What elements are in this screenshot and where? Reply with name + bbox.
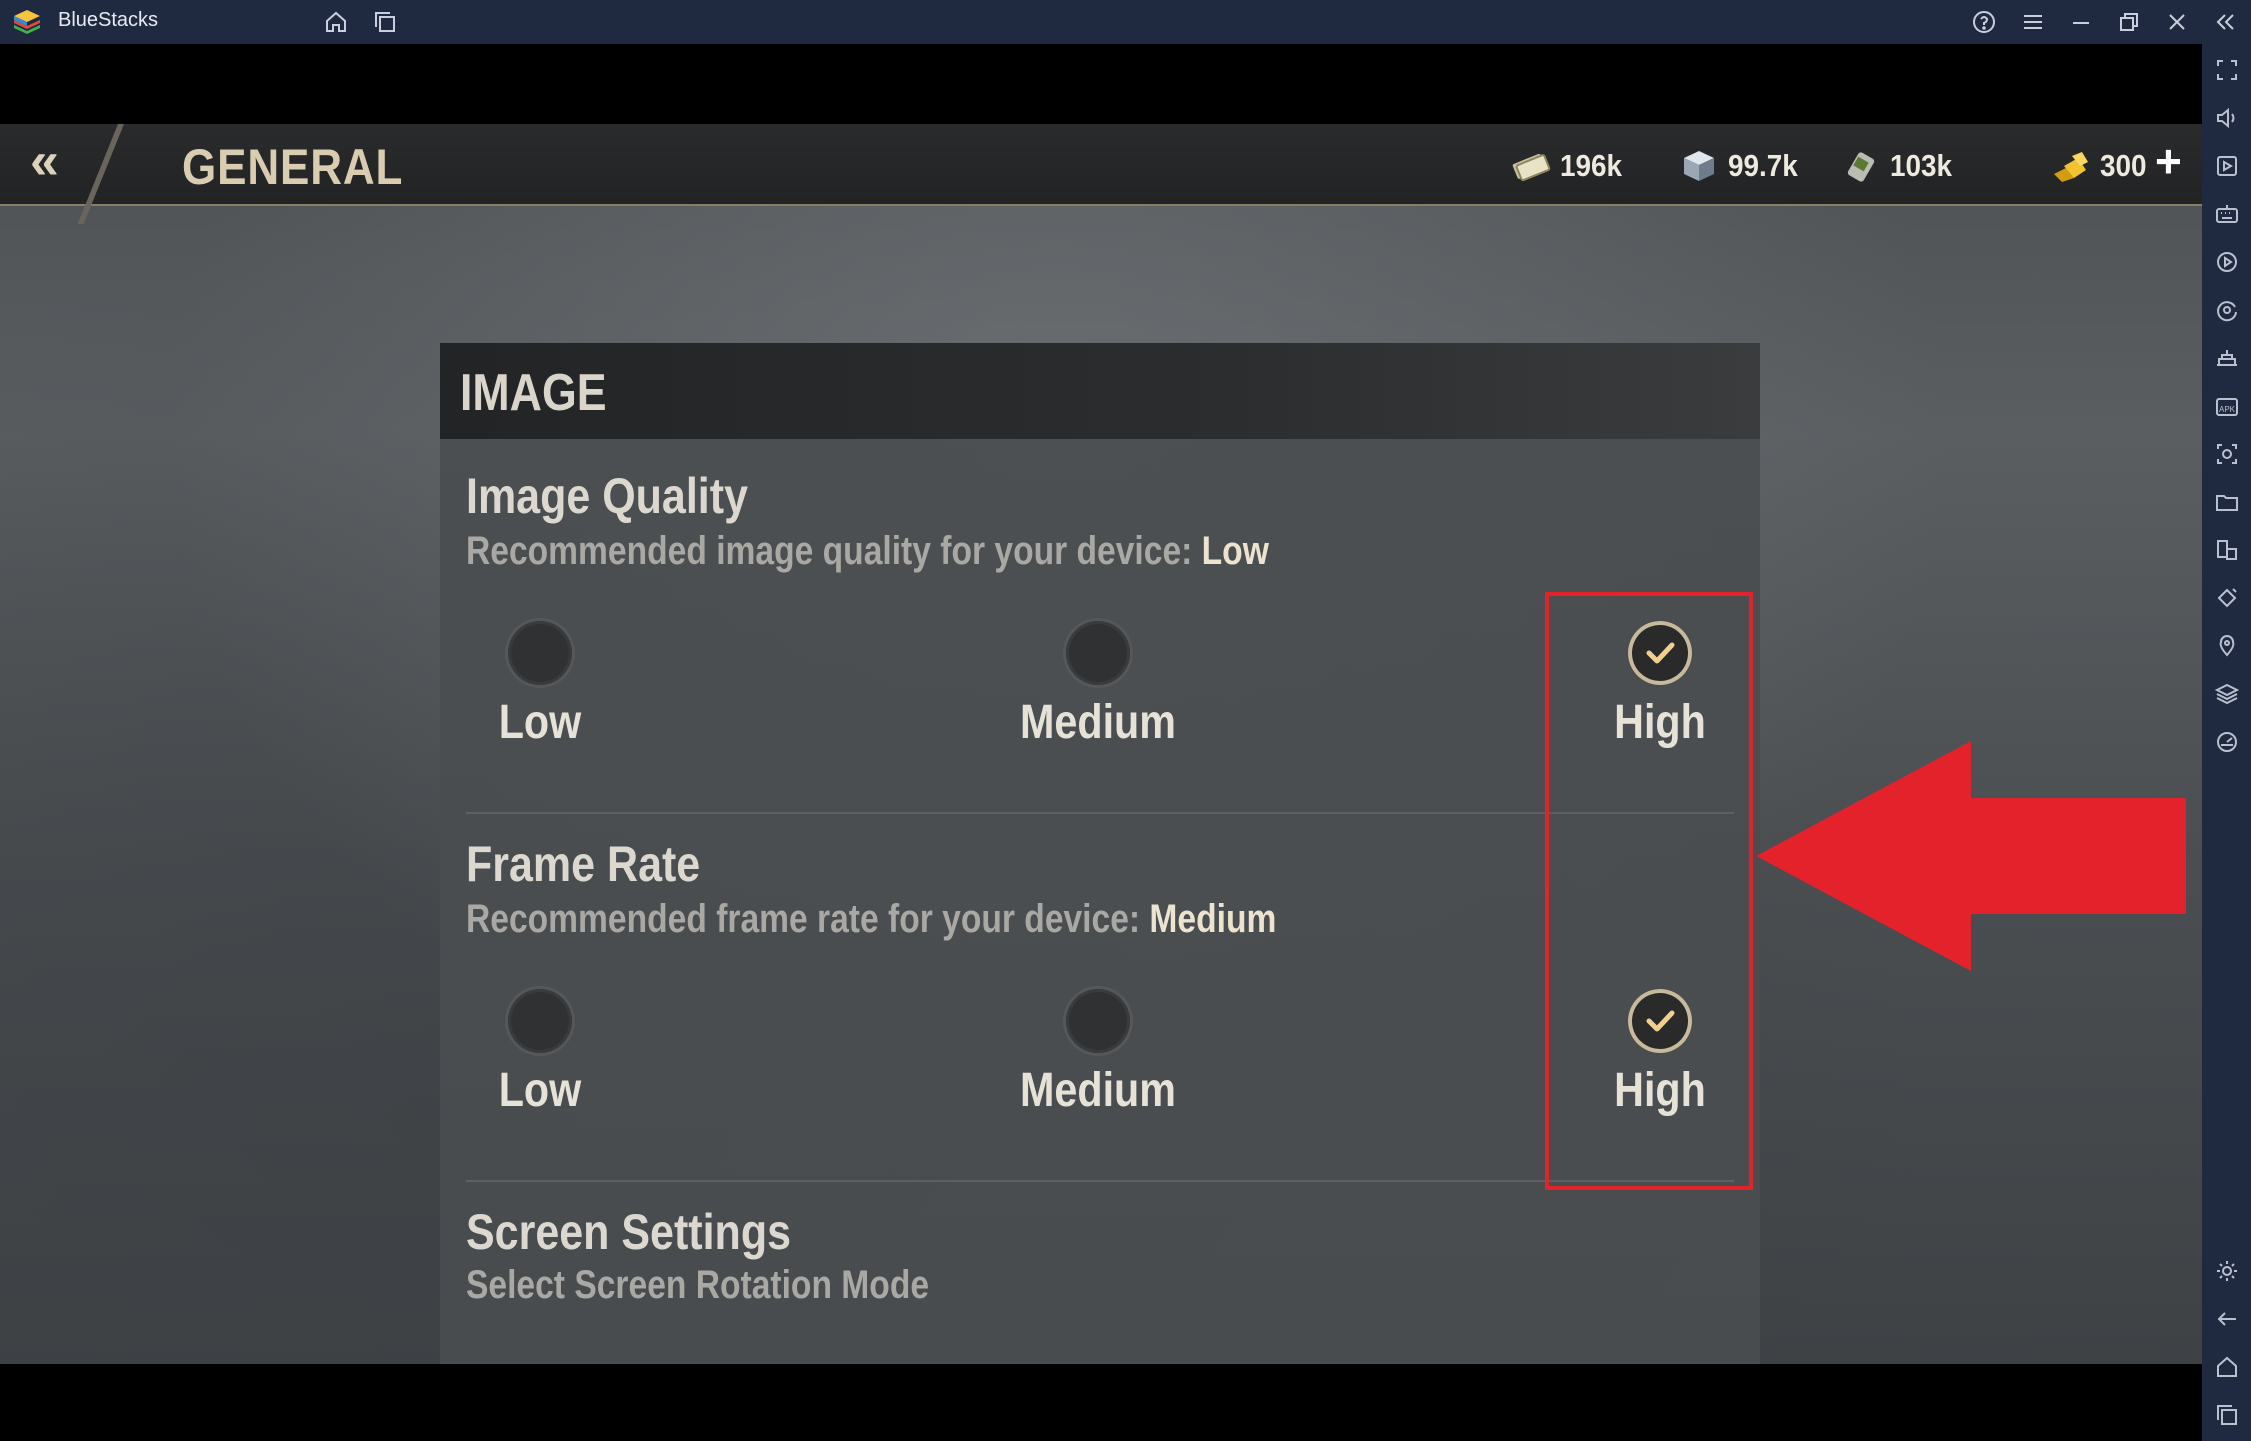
- home-icon[interactable]: [323, 9, 349, 35]
- highlight-box: [1545, 592, 1753, 1190]
- screenshot-icon[interactable]: [2214, 441, 2240, 467]
- folder-icon[interactable]: [2214, 489, 2240, 515]
- resource-oil-value: 103k: [1890, 148, 1953, 183]
- cash-icon: [1512, 153, 1551, 182]
- resource-oil: 103k: [1840, 146, 1959, 186]
- volume-icon[interactable]: [2214, 105, 2240, 131]
- layers-icon[interactable]: [2214, 681, 2240, 707]
- frame-rate-option-low[interactable]: Low: [440, 989, 640, 1118]
- help-icon[interactable]: [1971, 9, 1997, 35]
- page-title: GENERAL: [182, 139, 404, 195]
- performance-icon[interactable]: [2214, 729, 2240, 755]
- multi-instance-icon[interactable]: [372, 9, 398, 35]
- menu-icon[interactable]: [2020, 9, 2046, 35]
- option-label: Low: [498, 1064, 582, 1117]
- macro-record-icon[interactable]: [2214, 249, 2240, 275]
- resource-cash: 196k: [1510, 146, 1629, 186]
- oil-icon: [1847, 152, 1875, 182]
- steel-icon: [1684, 151, 1714, 181]
- radio-button[interactable]: [508, 989, 572, 1053]
- fullscreen-icon[interactable]: [2214, 57, 2240, 83]
- screen-settings-title: Screen Settings: [466, 1204, 791, 1260]
- frame-rate-recommendation: Recommended frame rate for your device: …: [466, 897, 1276, 942]
- close-icon[interactable]: [2164, 9, 2190, 35]
- frame-rate-title: Frame Rate: [466, 836, 701, 892]
- back-button[interactable]: «: [30, 135, 86, 192]
- recent-apps-icon[interactable]: [2214, 1402, 2240, 1428]
- resource-steel-value: 99.7k: [1728, 148, 1798, 183]
- multi-window-icon[interactable]: [2214, 537, 2240, 563]
- gold-icon: [2054, 152, 2088, 182]
- section-divider: [466, 1180, 1734, 1182]
- image-quality-recommendation: Recommended image quality for your devic…: [466, 529, 1269, 574]
- radio-button[interactable]: [1066, 989, 1130, 1053]
- panel-title: IMAGE: [460, 364, 607, 422]
- radio-button[interactable]: [1066, 621, 1130, 685]
- screen-settings-desc: Select Screen Rotation Mode: [466, 1263, 930, 1307]
- frame-rate-option-medium[interactable]: Medium: [998, 989, 1198, 1118]
- option-label: Medium: [1020, 696, 1176, 749]
- bluestacks-logo-icon: [14, 10, 40, 34]
- home-icon[interactable]: [2214, 1354, 2240, 1380]
- image-quality-option-low[interactable]: Low: [440, 621, 640, 750]
- frame-rate-desc-text: Recommended frame rate for your device:: [466, 897, 1150, 941]
- window-titlebar: BlueStacks: [0, 0, 2251, 44]
- game-viewport: « GENERAL 196k 99.7k 103k 300 + IMAGE Im…: [0, 44, 2202, 1441]
- keyboard-controls-icon[interactable]: [2214, 201, 2240, 227]
- bluestacks-sidebar: APK: [2202, 44, 2251, 1441]
- sync-icon[interactable]: [2214, 297, 2240, 323]
- back-icon[interactable]: [2214, 1306, 2240, 1332]
- arrow-left-icon: [1756, 741, 2186, 971]
- resource-cash-value: 196k: [1560, 148, 1623, 183]
- option-label: Medium: [1020, 1064, 1176, 1117]
- image-quality-recommended-value: Low: [1201, 529, 1269, 573]
- game-header: « GENERAL 196k 99.7k 103k 300 +: [0, 124, 2202, 224]
- rotate-icon[interactable]: [2214, 585, 2240, 611]
- radio-button[interactable]: [508, 621, 572, 685]
- resource-gold-value: 300: [2100, 148, 2147, 183]
- image-quality-title: Image Quality: [466, 468, 748, 524]
- collapse-sidebar-icon[interactable]: [2212, 9, 2238, 35]
- minimize-icon[interactable]: [2068, 9, 2094, 35]
- frame-rate-recommended-value: Medium: [1149, 897, 1277, 941]
- option-label: Low: [498, 696, 582, 749]
- section-divider: [466, 812, 1734, 814]
- svg-text:APK: APK: [2219, 405, 2236, 414]
- app-title: BlueStacks: [58, 9, 159, 31]
- restore-icon[interactable]: [2116, 9, 2142, 35]
- resource-steel: 99.7k: [1678, 146, 1806, 186]
- add-gold-button[interactable]: +: [2155, 138, 2191, 184]
- resource-gold: 300: [2050, 146, 2152, 186]
- apk-install-icon[interactable]: APK: [2214, 393, 2240, 419]
- media-icon[interactable]: [2214, 153, 2240, 179]
- panel-header: IMAGE: [440, 343, 1760, 439]
- image-quality-desc-text: Recommended image quality for your devic…: [466, 529, 1202, 573]
- settings-icon[interactable]: [2214, 1258, 2240, 1284]
- game-controls-icon[interactable]: [2214, 345, 2240, 371]
- location-icon[interactable]: [2214, 633, 2240, 659]
- image-quality-option-medium[interactable]: Medium: [998, 621, 1198, 750]
